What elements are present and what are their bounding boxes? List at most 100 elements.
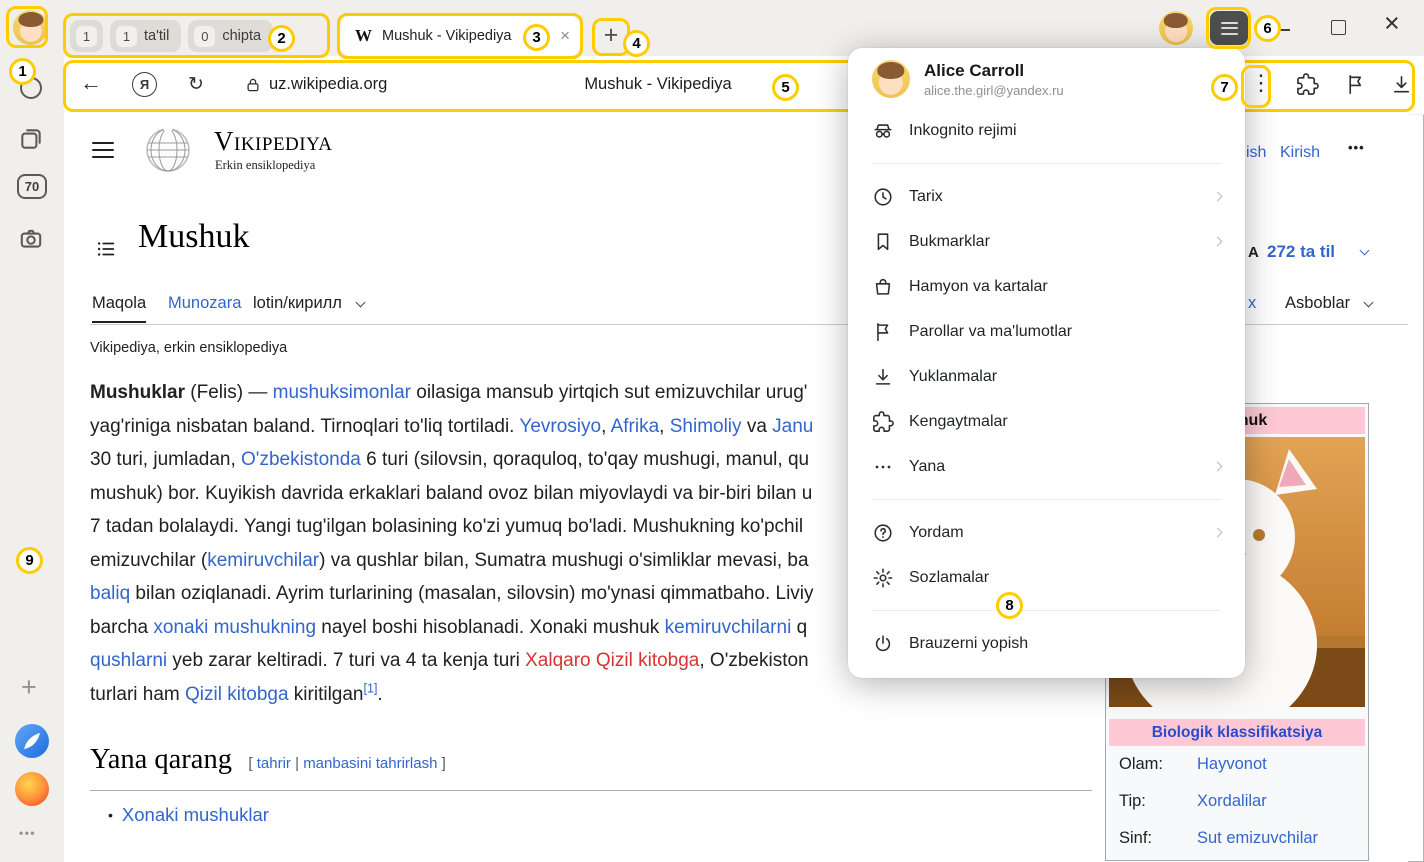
see-also-item-link[interactable]: Xonaki mushuklar xyxy=(122,804,269,826)
menu-item-passwords[interactable]: Parollar va ma'lumotlar xyxy=(848,309,1245,354)
wiki-more-icon[interactable]: ••• xyxy=(1348,140,1365,155)
variant-selector[interactable]: lotin/кирилл xyxy=(253,294,342,313)
downloads-icon[interactable] xyxy=(1390,73,1413,96)
tab-group-chip[interactable]: 0chipta xyxy=(188,20,273,52)
article-link[interactable]: Afrika xyxy=(611,416,660,437)
yandex-browser-logo[interactable] xyxy=(15,724,49,758)
infobox-rows: Olam:HayvonotTip:XordalilarSinf:Sut emiz… xyxy=(1109,746,1365,857)
wiki-menu-icon[interactable] xyxy=(92,142,114,158)
edit-link[interactable]: tahrir xyxy=(257,755,291,772)
menu-item-bookmarks[interactable]: Bukmarklar xyxy=(848,219,1245,264)
menu-item-history[interactable]: Tarix xyxy=(848,174,1245,219)
tools-menu[interactable]: Asboblar xyxy=(1285,294,1350,313)
screenshot-icon[interactable] xyxy=(18,226,44,252)
infobox-label: Sinf: xyxy=(1109,829,1197,848)
sidebar-more-icon[interactable]: ••• xyxy=(19,826,36,840)
article-redlink[interactable]: Xalqaro Qizil kitobga xyxy=(525,650,699,671)
bookmarks-icon xyxy=(872,231,894,253)
active-tab[interactable]: W Mushuk - Vikipediya × xyxy=(340,16,580,56)
refresh-icon[interactable]: ↻ xyxy=(188,73,204,96)
yandex-letter: Я xyxy=(140,77,149,92)
edit-source-link[interactable]: manbasini tahrirlash xyxy=(303,755,437,772)
article-link[interactable]: O'zbekistonda xyxy=(241,449,361,470)
minimize-button[interactable] xyxy=(1277,29,1290,31)
article-link[interactable]: Yevrosiyo xyxy=(519,416,601,437)
tab-close-icon[interactable]: × xyxy=(560,26,570,46)
tab-counter-badge[interactable]: 70 xyxy=(17,174,47,199)
menu-item-downloads[interactable]: Yuklanmalar xyxy=(848,354,1245,399)
menu-item-settings[interactable]: Sozlamalar xyxy=(848,555,1245,600)
yandex-search-icon[interactable]: Я xyxy=(132,72,157,97)
lock-icon[interactable] xyxy=(244,76,262,94)
languages-button[interactable]: 272 ta til xyxy=(1267,242,1335,262)
language-icon-partial: A xyxy=(1248,244,1259,261)
reference-link[interactable]: [1] xyxy=(364,681,378,695)
maximize-button[interactable] xyxy=(1331,20,1346,35)
tab-group-count: 1 xyxy=(76,26,97,47)
tab-talk[interactable]: Munozara xyxy=(168,294,241,313)
article-link[interactable]: Shimoliy xyxy=(670,416,742,437)
bracket: [ xyxy=(248,755,252,772)
close-window-button[interactable]: × xyxy=(1384,8,1400,39)
new-tab-button[interactable]: + xyxy=(597,21,625,49)
add-panel-icon[interactable]: + xyxy=(21,672,37,703)
contents-icon[interactable] xyxy=(95,238,117,258)
tab-group-count: 0 xyxy=(194,26,215,47)
tab-article[interactable]: Maqola xyxy=(92,294,146,323)
page-actions-kebab-icon[interactable]: ⋮ xyxy=(1250,70,1272,96)
article-link[interactable]: Janu xyxy=(772,416,813,437)
wikipedia-logo[interactable] xyxy=(144,126,192,174)
menu-item-incognito[interactable]: Inkognito rejimi xyxy=(848,108,1245,153)
article-link[interactable]: xonaki mushukning xyxy=(153,617,316,638)
yandex-app-logo[interactable] xyxy=(15,772,49,806)
browser-menu-button[interactable] xyxy=(1210,11,1248,45)
bullet: • xyxy=(108,807,113,823)
article-link[interactable]: qushlarni xyxy=(90,650,167,671)
infobox-label: Tip: xyxy=(1109,792,1197,811)
signup-link-partial[interactable]: ish xyxy=(1246,144,1266,162)
tab-group-label: ta'til xyxy=(144,28,169,44)
infobox-value-link[interactable]: Hayvonot xyxy=(1197,755,1267,774)
list-item: • Xonaki mushuklar xyxy=(108,804,269,826)
infobox-value-link[interactable]: Xordalilar xyxy=(1197,792,1267,811)
history-icon xyxy=(872,186,894,208)
url-text[interactable]: uz.wikipedia.org xyxy=(269,75,387,94)
passwords-protect-icon[interactable] xyxy=(1344,73,1367,96)
infobox-bio-header[interactable]: Biologik klassifikatsiya xyxy=(1109,719,1365,746)
menu-item-help[interactable]: Yordam xyxy=(848,510,1245,555)
toolbar-profile-avatar[interactable] xyxy=(1159,11,1193,45)
article-link[interactable]: kemiruvchilarni xyxy=(665,617,792,638)
tab-groups: 11 ta'til 0chipta xyxy=(70,20,273,52)
assistant-icon[interactable] xyxy=(20,77,42,99)
panels-icon[interactable] xyxy=(18,126,44,152)
menu-item-power[interactable]: Brauzerni yopish xyxy=(848,621,1245,666)
back-icon[interactable]: ← xyxy=(80,70,102,96)
paragraph-line: qushlarni yeb zarar keltiradi. 7 turi va… xyxy=(90,644,814,678)
menu-item-label: Tarix xyxy=(909,188,943,206)
left-sidebar: 70 + ••• xyxy=(0,56,65,862)
infobox-value-link[interactable]: Sut emizuvchilar xyxy=(1197,829,1318,848)
incognito-icon xyxy=(872,120,894,142)
article-link[interactable]: mushuksimonlar xyxy=(273,382,411,403)
tab-group-chip[interactable]: 1 ta'til xyxy=(110,20,181,52)
sidebar-profile-avatar[interactable] xyxy=(13,10,48,45)
login-link[interactable]: Kirish xyxy=(1280,144,1320,162)
menu-item-extensions[interactable]: Kengaytmalar xyxy=(848,399,1245,444)
article-link[interactable]: kemiruvchilar xyxy=(207,550,319,571)
tab-group-chip[interactable]: 1 xyxy=(70,20,103,52)
menu-item-wallet[interactable]: Hamyon va kartalar xyxy=(848,264,1245,309)
extensions-icon[interactable] xyxy=(1296,73,1319,96)
profile-header[interactable]: Alice Carroll alice.the.girl@yandex.ru xyxy=(848,48,1245,108)
article-link[interactable]: Qizil kitobga xyxy=(185,684,289,705)
power-icon xyxy=(872,633,894,655)
tools-partial[interactable]: x xyxy=(1248,294,1256,313)
infobox-row: Sinf:Sut emizuvchilar xyxy=(1109,820,1365,857)
menu-item-more[interactable]: Yana xyxy=(848,444,1245,489)
paragraph-line: mushuk) bor. Kuyikish davrida erkaklari … xyxy=(90,477,814,511)
article-link[interactable]: baliq xyxy=(90,583,130,604)
paragraph-line: barcha xonaki mushukning nayel boshi his… xyxy=(90,611,814,645)
paragraph-line: emizuvchilar (kemiruvchilar) va qushlar … xyxy=(90,544,814,578)
tab-group-count: 1 xyxy=(116,26,137,47)
menu-divider xyxy=(872,499,1221,500)
wiki-wordmark[interactable]: Vikipediya xyxy=(214,128,332,155)
